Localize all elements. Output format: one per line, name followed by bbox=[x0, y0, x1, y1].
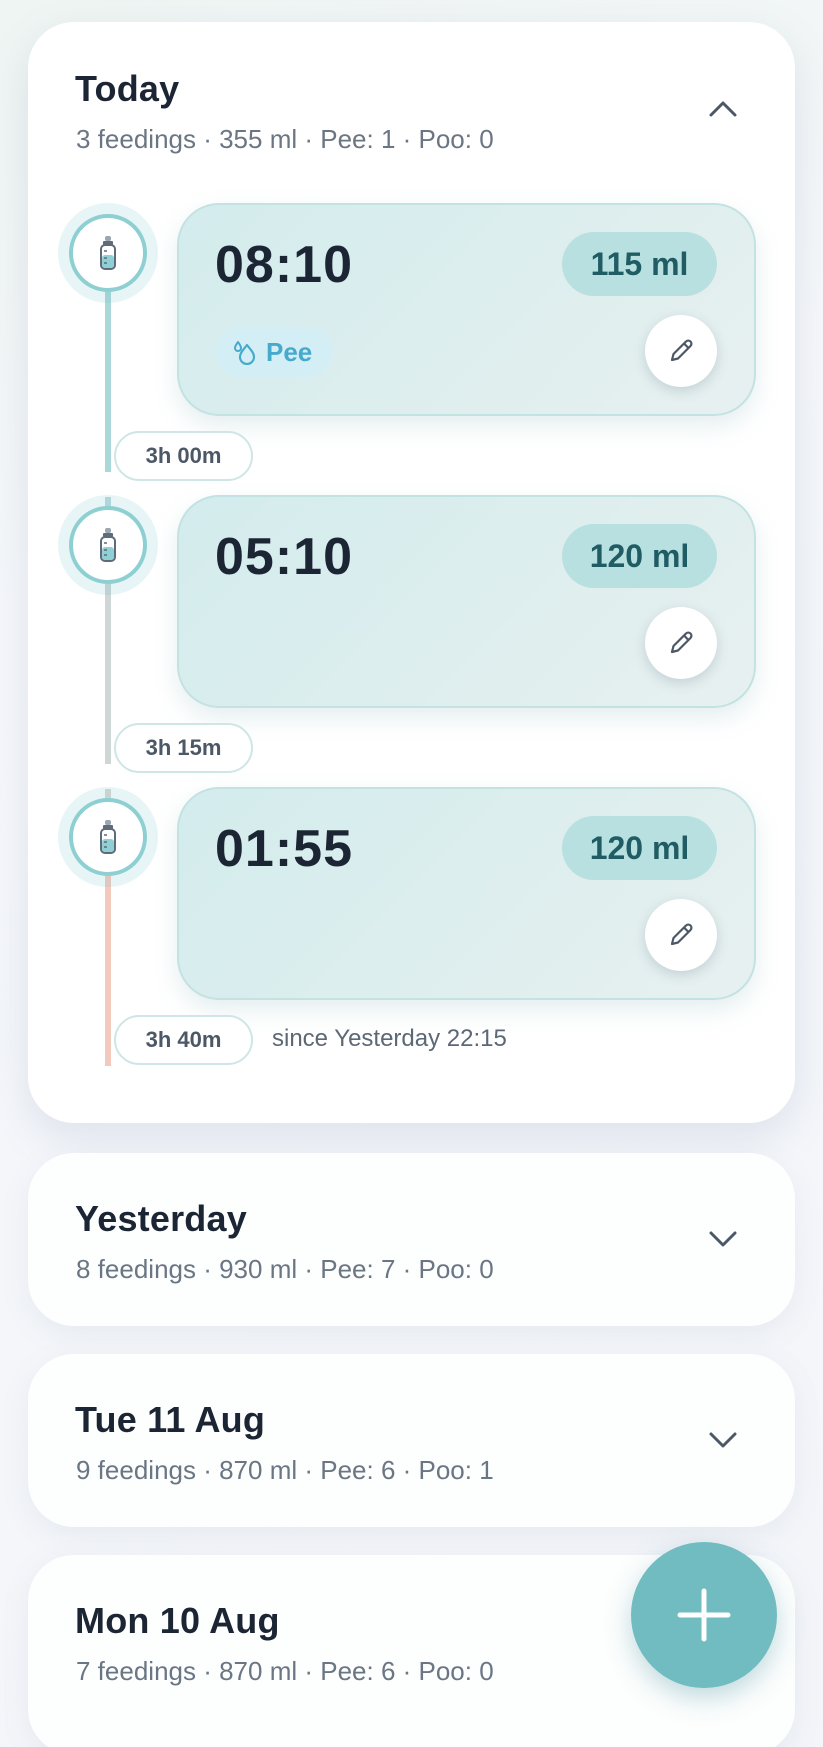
amount-badge: 115 ml bbox=[562, 232, 717, 296]
day-card-today: Today 3 feedings · 355 ml · Pee: 1 · Poo… bbox=[28, 22, 795, 1123]
feeding-time: 05:10 bbox=[215, 528, 353, 586]
timeline-node bbox=[58, 495, 158, 595]
timeline-segment bbox=[105, 876, 111, 1066]
day-summary: 9 feedings · 870 ml · Pee: 6 · Poo: 1 bbox=[76, 1455, 494, 1485]
timeline-node bbox=[58, 203, 158, 303]
chevron-down-icon[interactable] bbox=[701, 1418, 745, 1462]
feeding-time: 08:10 bbox=[215, 236, 353, 294]
baby-bottle-icon bbox=[100, 236, 116, 270]
plus-icon bbox=[677, 1588, 731, 1642]
day-summary: 8 feedings · 930 ml · Pee: 7 · Poo: 0 bbox=[76, 1254, 494, 1284]
interval-pill: 3h 15m bbox=[114, 723, 253, 773]
feeding-card[interactable]: 05:10 120 ml bbox=[177, 495, 756, 708]
pee-tag: Pee bbox=[216, 327, 333, 377]
timeline-segment bbox=[105, 584, 111, 764]
baby-bottle-icon bbox=[100, 528, 116, 562]
amount-badge: 120 ml bbox=[562, 524, 717, 588]
amount-badge: 120 ml bbox=[562, 816, 717, 880]
edit-feeding-button[interactable] bbox=[645, 899, 717, 971]
since-last-label: since Yesterday 22:15 bbox=[272, 1025, 507, 1052]
feeding-time: 01:55 bbox=[215, 820, 353, 878]
day-title: Mon 10 Aug bbox=[75, 1600, 280, 1641]
interval-pill: 3h 00m bbox=[114, 431, 253, 481]
day-title: Yesterday bbox=[75, 1198, 247, 1239]
chevron-up-icon[interactable] bbox=[701, 87, 745, 131]
day-card-tue-11-aug[interactable]: Tue 11 Aug 9 feedings · 870 ml · Pee: 6 … bbox=[28, 1354, 795, 1527]
day-title: Tue 11 Aug bbox=[75, 1399, 266, 1440]
baby-bottle-icon bbox=[100, 820, 116, 854]
day-summary: 7 feedings · 870 ml · Pee: 6 · Poo: 0 bbox=[76, 1656, 494, 1686]
interval-pill: 3h 40m bbox=[114, 1015, 253, 1065]
feeding-card[interactable]: 01:55 120 ml bbox=[177, 787, 756, 1000]
timeline-node bbox=[58, 787, 158, 887]
add-feeding-button[interactable] bbox=[631, 1542, 777, 1688]
water-drops-icon bbox=[234, 341, 256, 365]
day-card-yesterday[interactable]: Yesterday 8 feedings · 930 ml · Pee: 7 ·… bbox=[28, 1153, 795, 1326]
pee-tag-label: Pee bbox=[266, 336, 313, 367]
day-title: Today bbox=[75, 68, 180, 109]
feeding-card[interactable]: 08:10 115 ml Pee bbox=[177, 203, 756, 416]
day-summary: 3 feedings · 355 ml · Pee: 1 · Poo: 0 bbox=[76, 124, 494, 154]
pencil-icon bbox=[670, 631, 693, 654]
edit-feeding-button[interactable] bbox=[645, 607, 717, 679]
pencil-icon bbox=[670, 923, 693, 946]
pencil-icon bbox=[670, 339, 693, 362]
edit-feeding-button[interactable] bbox=[645, 315, 717, 387]
chevron-down-icon[interactable] bbox=[701, 1217, 745, 1261]
timeline-segment bbox=[105, 292, 111, 472]
